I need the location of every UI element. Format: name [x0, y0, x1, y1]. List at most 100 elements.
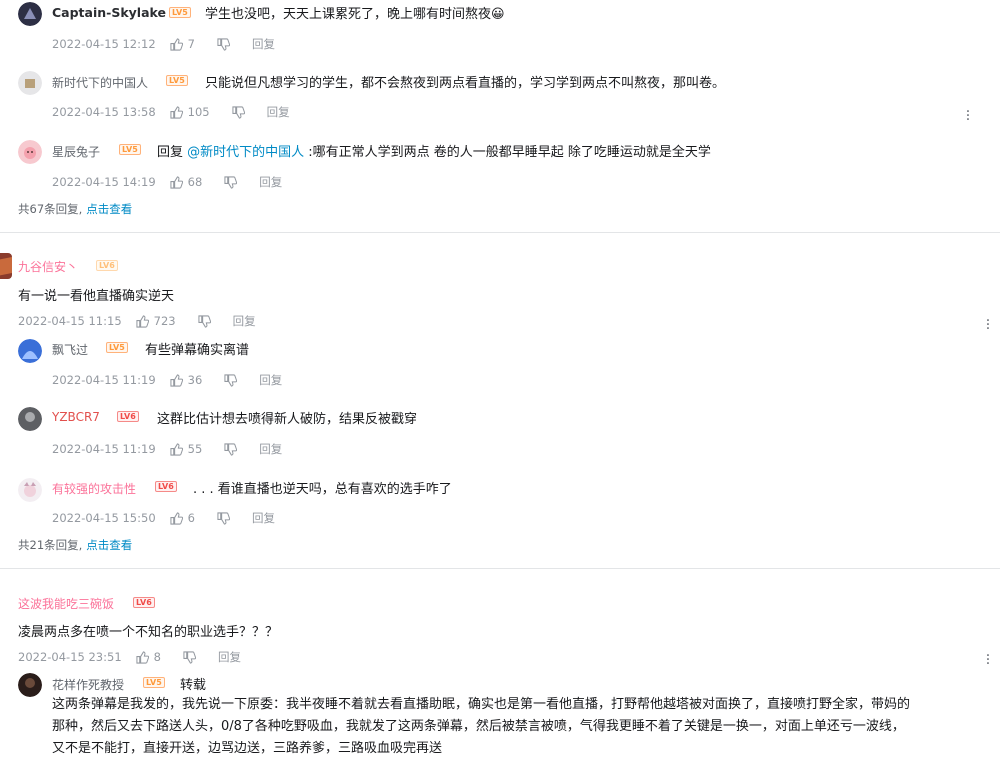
- thumbs-up-icon: [136, 650, 149, 664]
- like-button[interactable]: 68: [170, 175, 202, 189]
- reply-body: :哪有正常人学到两点 卷的人一般都早睡早起 除了吃睡运动就是全天学: [304, 145, 711, 160]
- reply-summary: 共67条回复, 点击查看: [18, 201, 132, 217]
- dislike-button[interactable]: [198, 314, 211, 328]
- comment-line: 又不是不能打，直接开送，边骂边送，三路养爹，三路吸血吸完再送: [52, 741, 443, 756]
- thumbs-up-icon: [170, 511, 183, 525]
- avatar[interactable]: [18, 407, 42, 431]
- like-button[interactable]: 6: [170, 511, 195, 525]
- comment-meta: 2022-04-15 13:58 105 回复: [52, 104, 290, 120]
- timestamp: 2022-04-15 14:19: [52, 175, 156, 189]
- like-button[interactable]: 105: [170, 105, 210, 119]
- comment-meta: 2022-04-15 14:19 68 回复: [52, 174, 282, 190]
- thumbs-up-icon: [170, 37, 183, 51]
- mention-link[interactable]: @新时代下的中国人: [187, 145, 304, 160]
- comment-text: 学生也没吧，天天上课累死了，晚上哪有时间熬夜😀: [205, 7, 505, 22]
- like-count: 7: [187, 37, 195, 51]
- timestamp: 2022-04-15 12:12: [52, 37, 156, 51]
- like-button[interactable]: 7: [170, 37, 195, 51]
- reply-button[interactable]: 回复: [259, 372, 282, 388]
- reply-button[interactable]: 回复: [267, 104, 290, 120]
- avatar[interactable]: [18, 2, 42, 26]
- avatar[interactable]: [18, 140, 42, 164]
- comment-text: 这两条弹幕是我发的，我先说一下原委：我半夜睡不着就去看直播助眠，确实也是第一看他…: [52, 694, 992, 758]
- reply-prefix: 回复: [157, 145, 188, 160]
- thumbs-down-icon: [224, 442, 238, 456]
- divider: [0, 568, 1000, 569]
- reply-button[interactable]: 回复: [252, 36, 275, 52]
- comment-line: 那种，然后又去下路送人头，0/8了各种吃野吸血，我就发了这两条弹幕，然后被禁言被…: [52, 719, 905, 734]
- level-badge: LV6: [117, 411, 139, 422]
- thumbs-down-icon: [232, 105, 245, 119]
- reply-button[interactable]: 回复: [218, 649, 241, 665]
- more-options-icon[interactable]: · · ·: [983, 314, 993, 336]
- like-count: 36: [187, 373, 203, 387]
- level-badge: LV5: [143, 677, 165, 688]
- dislike-button[interactable]: [224, 175, 238, 189]
- comment-text: 只能说但凡想学习的学生，都不会熬夜到两点看直播的，学习学到两点不叫熬夜，那叫卷。: [205, 76, 726, 91]
- comment-meta: 2022-04-15 11:15 723 回复: [18, 313, 256, 329]
- timestamp: 2022-04-15 11:19: [52, 373, 156, 387]
- thumbs-down-icon: [217, 511, 230, 525]
- reply-button[interactable]: 回复: [233, 313, 256, 329]
- like-count: 8: [153, 650, 161, 664]
- comment-meta: 2022-04-15 11:19 36 回复: [52, 372, 282, 388]
- username[interactable]: 有较强的攻击性: [52, 480, 136, 497]
- comment-text: 回复 @新时代下的中国人 :哪有正常人学到两点 卷的人一般都早睡早起 除了吃睡运…: [157, 141, 711, 160]
- reply-button[interactable]: 回复: [252, 510, 275, 526]
- username[interactable]: 新时代下的中国人: [52, 74, 148, 91]
- dislike-button[interactable]: [217, 37, 230, 51]
- thumbs-down-icon: [224, 175, 238, 189]
- avatar[interactable]: [18, 71, 42, 95]
- level-badge: LV5: [106, 342, 128, 353]
- level-badge: LV6: [155, 481, 177, 492]
- dislike-button[interactable]: [217, 511, 230, 525]
- comment-meta: 2022-04-15 23:51 8 回复: [18, 649, 241, 665]
- timestamp: 2022-04-15 23:51: [18, 650, 122, 664]
- level-badge: LV5: [166, 75, 188, 86]
- avatar[interactable]: [0, 253, 12, 279]
- reply-button[interactable]: 回复: [259, 441, 282, 457]
- like-button[interactable]: 36: [170, 373, 203, 387]
- comment-text: 这群比估计想去喷得新人破防，结果反被戳穿: [157, 412, 418, 427]
- username[interactable]: Captain-Skylake: [52, 5, 166, 20]
- comment-text: . . . 看谁直播也逆天吗，总有喜欢的选手咋了: [193, 482, 452, 497]
- thumbs-down-icon: [183, 650, 196, 664]
- reply-count: 共67条回复,: [18, 202, 83, 216]
- repost-tag: 转载: [180, 678, 207, 693]
- comment-text: 有一说一看他直播确实逆天: [18, 289, 175, 304]
- reply-button[interactable]: 回复: [259, 174, 282, 190]
- username[interactable]: 花样作死教授: [52, 676, 124, 693]
- username[interactable]: 飘飞过: [52, 341, 88, 358]
- level-badge: LV5: [119, 144, 141, 155]
- comment-line: 这两条弹幕是我发的，我先说一下原委：我半夜睡不着就去看直播助眠，确实也是第一看他…: [52, 697, 911, 712]
- level-badge: LV6: [96, 260, 118, 271]
- comment-meta: 2022-04-15 15:50 6 回复: [52, 510, 275, 526]
- like-count: 55: [187, 442, 203, 456]
- like-button[interactable]: 8: [136, 650, 161, 664]
- username[interactable]: 这波我能吃三碗饭: [18, 595, 114, 612]
- dislike-button[interactable]: [183, 650, 196, 664]
- view-replies-link[interactable]: 点击查看: [86, 538, 132, 552]
- level-badge: LV6: [133, 597, 155, 608]
- comment-meta: 2022-04-15 11:19 55 回复: [52, 441, 282, 457]
- like-count: 105: [187, 105, 210, 119]
- more-options-icon[interactable]: · · ·: [983, 649, 993, 671]
- username[interactable]: 星辰兔子: [52, 143, 100, 160]
- more-options-icon[interactable]: · · ·: [963, 105, 973, 127]
- comment-meta: 2022-04-15 12:12 7 回复: [52, 36, 275, 52]
- thumbs-up-icon: [170, 373, 183, 387]
- avatar[interactable]: [18, 673, 42, 697]
- dislike-button[interactable]: [224, 442, 238, 456]
- like-button[interactable]: 723: [136, 314, 176, 328]
- comment-text: 有些弹幕确实离谱: [145, 343, 250, 358]
- view-replies-link[interactable]: 点击查看: [86, 202, 132, 216]
- dislike-button[interactable]: [232, 105, 245, 119]
- dislike-button[interactable]: [224, 373, 238, 387]
- thumbs-up-icon: [170, 175, 183, 189]
- username[interactable]: 九谷信安丶: [18, 258, 78, 275]
- avatar[interactable]: [18, 339, 42, 363]
- avatar[interactable]: [18, 478, 42, 502]
- reply-count: 共21条回复,: [18, 538, 83, 552]
- like-button[interactable]: 55: [170, 442, 203, 456]
- username[interactable]: YZBCR7: [52, 410, 100, 424]
